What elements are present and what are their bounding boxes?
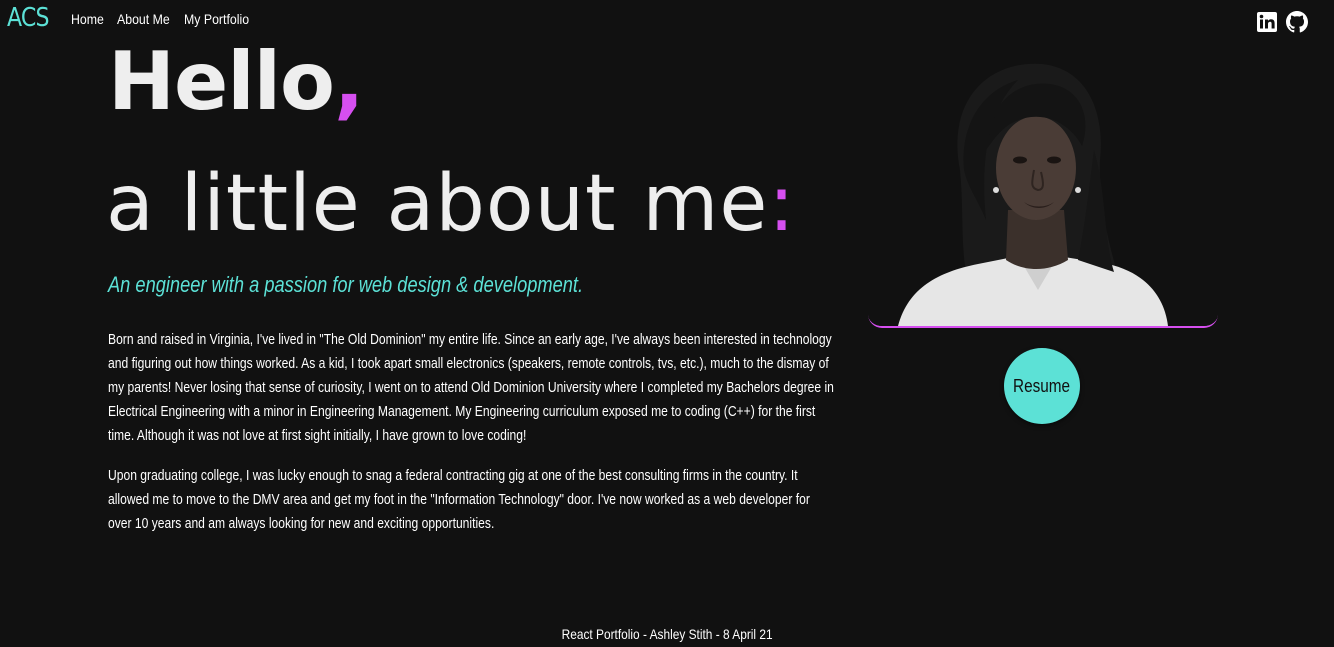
hello-comma: , (334, 35, 364, 128)
resume-button-label: Resume (1013, 375, 1071, 396)
hero-about-heading: a little about me: (106, 165, 796, 243)
github-icon[interactable] (1286, 11, 1308, 33)
bio-paragraph-1: Born and raised in Virginia, I've lived … (108, 332, 834, 444)
resume-button[interactable]: Resume (1004, 348, 1080, 424)
nav-link-my-portfolio[interactable]: My Portfolio (184, 11, 249, 27)
bio-paragraph-2: Upon graduating college, I was lucky eno… (108, 468, 810, 532)
nav-link-home[interactable]: Home (71, 11, 104, 27)
nav-link-about-me[interactable]: About Me (117, 11, 170, 27)
profile-photo (868, 50, 1218, 328)
linkedin-icon[interactable] (1256, 11, 1278, 33)
about-heading-colon: : (768, 159, 796, 249)
tagline: An engineer with a passion for web desig… (108, 272, 584, 297)
hello-text: Hello (108, 35, 335, 128)
brand-logo[interactable]: ACS (7, 3, 50, 33)
footer-text: React Portfolio - Ashley Stith - 8 April… (561, 626, 773, 642)
hero-hello-heading: Hello, (108, 42, 364, 122)
about-heading-text: a little about me (106, 159, 769, 249)
footer: React Portfolio - Ashley Stith - 8 April… (0, 626, 1334, 642)
